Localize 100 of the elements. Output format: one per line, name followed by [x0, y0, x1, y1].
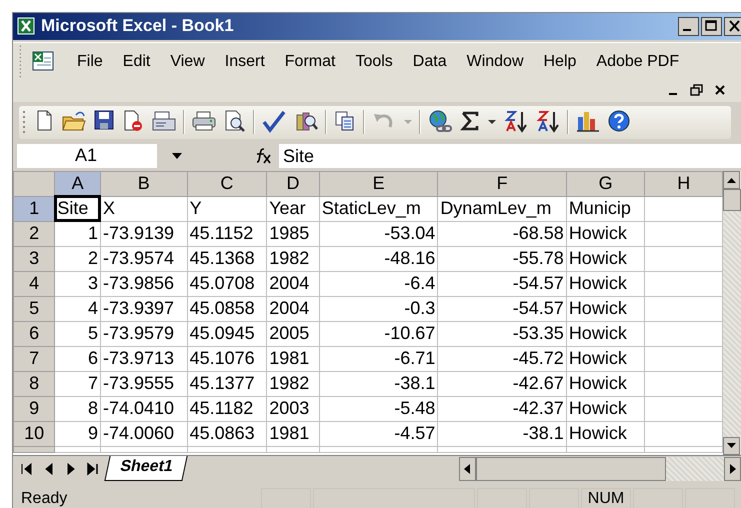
table-cell: -38.1 — [319, 371, 438, 396]
table-cell: -6.71 — [319, 346, 438, 372]
table-cell: 5 — [54, 321, 100, 346]
last-sheet-icon[interactable] — [85, 460, 101, 477]
table-cell: -10.67 — [319, 321, 438, 346]
column-header[interactable]: D — [266, 171, 320, 196]
close-icon[interactable] — [713, 82, 727, 97]
table-cell: 1981 — [266, 421, 320, 446]
scroll-thumb[interactable] — [476, 456, 666, 481]
column-header[interactable]: C — [187, 171, 267, 196]
column-header[interactable]: F — [438, 171, 566, 196]
table-cell: -54.57 — [438, 271, 566, 296]
menu-item[interactable]: Data — [402, 52, 457, 71]
table-cell: Site — [54, 196, 100, 222]
table-cell: 2003 — [266, 396, 320, 422]
table-cell: 1982 — [266, 371, 320, 396]
table-cell: Howick — [566, 221, 645, 246]
row-header[interactable]: 7 — [14, 346, 55, 372]
maximize-icon[interactable] — [701, 16, 722, 36]
formula-field[interactable]: Site — [279, 144, 741, 168]
row-header[interactable]: 3 — [14, 246, 55, 272]
table-cell: X — [100, 196, 188, 222]
window-title: Microsoft Excel - Book1 — [41, 16, 235, 36]
scroll-up-icon[interactable] — [723, 170, 740, 189]
checkmark-icon[interactable] — [261, 109, 287, 136]
row-header[interactable]: 5 — [14, 296, 55, 322]
table-cell: 9 — [54, 421, 100, 446]
table-cell: 3 — [54, 271, 100, 296]
scroll-left-icon[interactable] — [459, 456, 476, 481]
menu-item[interactable]: Help — [534, 52, 586, 71]
table-cell: Howick — [566, 371, 645, 396]
table-cell: -53.35 — [438, 321, 566, 346]
table-cell: -42.37 — [438, 396, 566, 422]
row-header[interactable]: 1 — [14, 196, 55, 222]
column-header[interactable]: B — [100, 171, 188, 196]
menu-item[interactable]: Adobe PDF — [586, 52, 690, 71]
menu-item[interactable]: Insert — [214, 52, 275, 71]
row-header[interactable]: 2 — [14, 221, 55, 246]
table-cell: 45.0863 — [187, 421, 267, 446]
menu-item[interactable]: Format — [274, 52, 346, 71]
table-cell: -73.9139 — [100, 221, 188, 246]
table-cell: -55.78 — [438, 246, 566, 272]
sort-ascending-icon[interactable] — [503, 109, 529, 136]
table-cell: 2004 — [266, 271, 320, 296]
table-cell: -74.0410 — [100, 396, 188, 422]
table-cell: 2004 — [266, 296, 320, 322]
table-cell: 1985 — [266, 221, 320, 246]
table-cell: Year — [266, 196, 320, 222]
vertical-scrollbar[interactable] — [723, 170, 741, 455]
app-icon — [17, 17, 35, 36]
minimize-icon[interactable] — [678, 16, 699, 36]
table-cell: -42.67 — [438, 371, 566, 396]
row-header[interactable]: 8 — [14, 371, 55, 396]
status-text: Ready — [20, 490, 68, 508]
table-cell: 1 — [54, 221, 100, 246]
menu-item[interactable]: View — [160, 52, 215, 71]
table-cell: 7 — [54, 371, 100, 396]
menu-item[interactable]: File — [67, 52, 113, 71]
scroll-thumb[interactable] — [723, 188, 741, 211]
table-cell: 45.1368 — [187, 246, 267, 272]
scroll-right-icon[interactable] — [724, 456, 741, 481]
table-cell: -73.9397 — [100, 296, 188, 322]
table-cell: -74.0060 — [100, 421, 188, 446]
table-cell: -54.57 — [438, 296, 566, 322]
table-cell: 45.1182 — [187, 396, 267, 422]
row-header[interactable]: 10 — [14, 421, 55, 446]
table-cell: -4.57 — [319, 421, 438, 446]
dropdown-arrow-icon[interactable] — [171, 152, 183, 160]
table-cell: -48.16 — [319, 246, 438, 272]
table-cell: Howick — [566, 271, 645, 296]
horizontal-scrollbar[interactable] — [459, 456, 741, 481]
table-cell: 2 — [54, 246, 100, 272]
row-header[interactable]: 9 — [14, 396, 55, 422]
table-cell: 1982 — [266, 246, 320, 272]
table-cell: Howick — [566, 346, 645, 372]
column-header[interactable]: E — [319, 171, 438, 196]
table-cell: -73.9555 — [100, 371, 188, 396]
column-header[interactable]: A — [54, 171, 100, 196]
table-cell: Y — [187, 196, 267, 222]
menu-item[interactable]: Tools — [345, 52, 403, 71]
table-cell: 45.1152 — [187, 221, 267, 246]
table-cell: -0.3 — [319, 296, 438, 322]
close-icon[interactable] — [724, 16, 741, 36]
table-cell: Municip — [566, 196, 645, 222]
row-header[interactable]: 4 — [14, 271, 55, 296]
scroll-down-icon[interactable] — [723, 436, 740, 455]
column-header[interactable]: G — [566, 171, 645, 196]
sort-descending-icon[interactable] — [535, 109, 561, 136]
sheet-tab[interactable]: Sheet1 — [104, 456, 188, 482]
caret-icon[interactable] — [487, 118, 497, 126]
table-cell: 1981 — [266, 346, 320, 372]
column-header[interactable]: H — [644, 171, 723, 196]
menu-item[interactable]: Window — [456, 52, 534, 71]
table-cell: 45.1377 — [187, 371, 267, 396]
menu-item[interactable]: Edit — [112, 52, 160, 71]
table-cell: 45.0945 — [187, 321, 267, 346]
restore-icon[interactable] — [689, 82, 705, 97]
table-cell: -73.9574 — [100, 246, 188, 272]
row-header[interactable]: 6 — [14, 321, 55, 346]
table-cell: 8 — [54, 396, 100, 422]
